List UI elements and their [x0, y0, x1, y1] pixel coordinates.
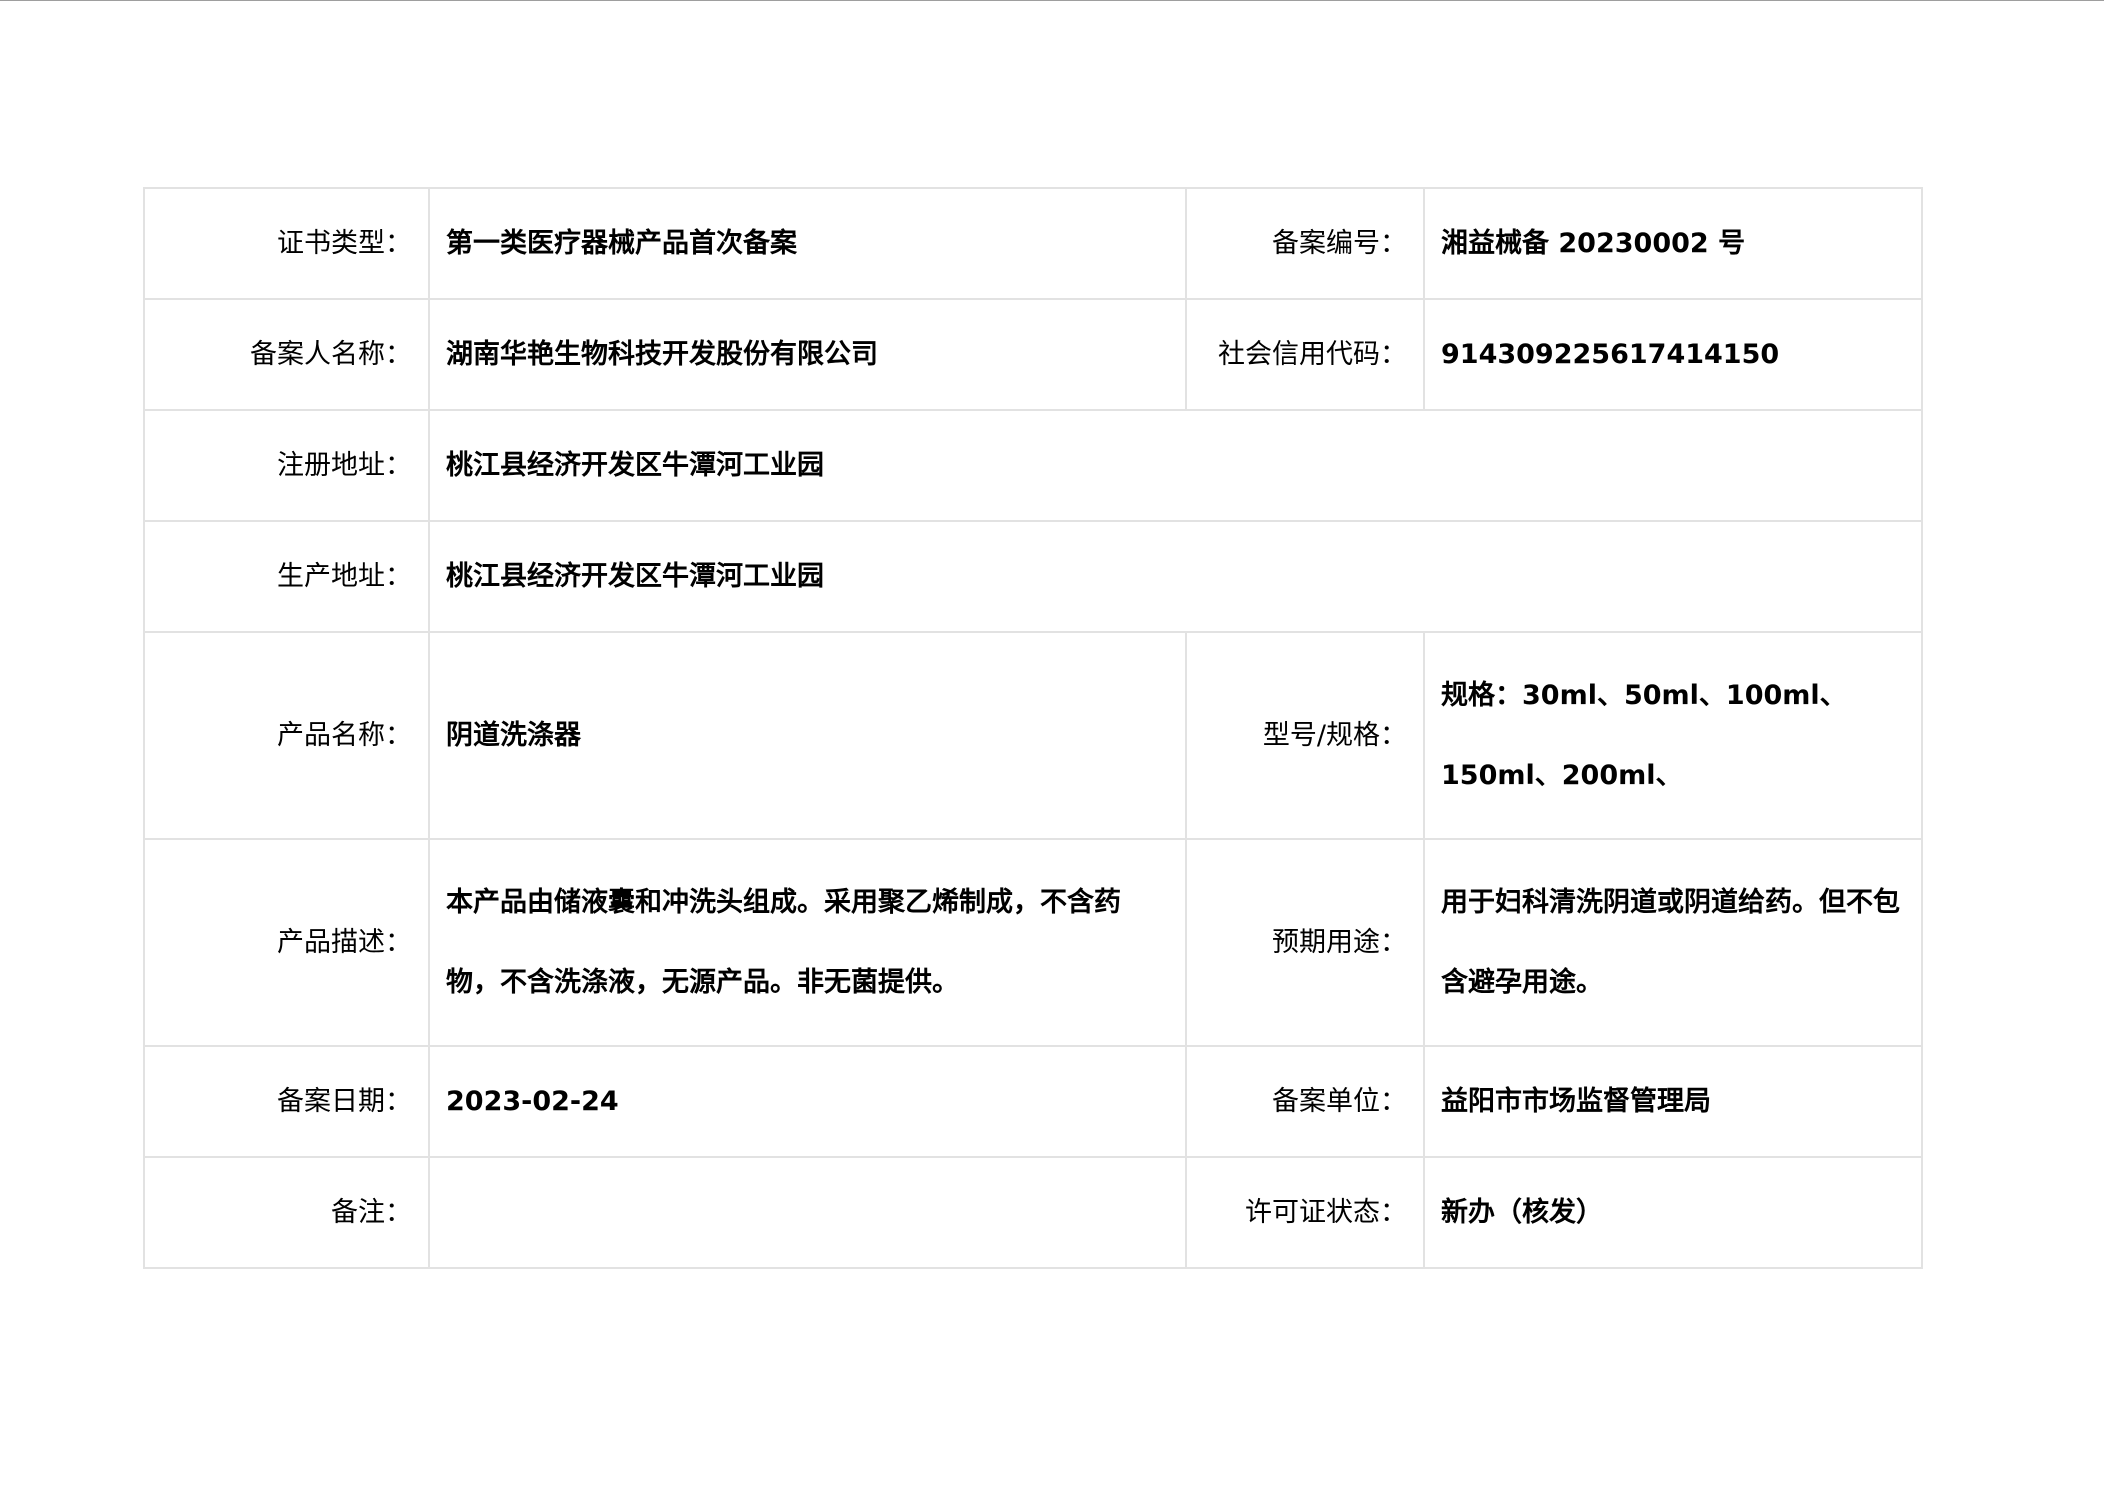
- record-no-value: 湘益械备 20230002 号: [1423, 187, 1923, 300]
- model-spec-value: 规格：30ml、50ml、100ml、150ml、200ml、: [1423, 631, 1923, 840]
- cert-type-label: 证书类型：: [143, 187, 430, 300]
- row-remarks: 备注： 许可证状态： 新办（核发）: [143, 1156, 1923, 1269]
- row-record-date: 备案日期： 2023-02-24 备案单位： 益阳市市场监督管理局: [143, 1045, 1923, 1158]
- record-date-label: 备案日期：: [143, 1045, 430, 1158]
- row-filer: 备案人名称： 湖南华艳生物科技开发股份有限公司 社会信用代码： 91430922…: [143, 298, 1923, 411]
- cert-type-value: 第一类医疗器械产品首次备案: [428, 187, 1187, 300]
- row-prod-address: 生产地址： 桃江县经济开发区牛潭河工业园: [143, 520, 1923, 633]
- record-no-label: 备案编号：: [1185, 187, 1425, 300]
- credit-code-label: 社会信用代码：: [1185, 298, 1425, 411]
- remarks-value: [428, 1156, 1187, 1269]
- record-unit-label: 备案单位：: [1185, 1045, 1425, 1158]
- row-product-desc: 产品描述： 本产品由储液囊和冲洗头组成。采用聚乙烯制成，不含药物，不含洗涤液，无…: [143, 838, 1923, 1047]
- record-date-value: 2023-02-24: [428, 1045, 1187, 1158]
- page-top-border: [0, 0, 2104, 1]
- record-unit-value: 益阳市市场监督管理局: [1423, 1045, 1923, 1158]
- filer-name-label: 备案人名称：: [143, 298, 430, 411]
- product-desc-label: 产品描述：: [143, 838, 430, 1047]
- prod-address-label: 生产地址：: [143, 520, 430, 633]
- product-desc-value: 本产品由储液囊和冲洗头组成。采用聚乙烯制成，不含药物，不含洗涤液，无源产品。非无…: [428, 838, 1187, 1047]
- row-reg-address: 注册地址： 桃江县经济开发区牛潭河工业园: [143, 409, 1923, 522]
- credit-code-value: 914309225617414150: [1423, 298, 1923, 411]
- license-status-label: 许可证状态：: [1185, 1156, 1425, 1269]
- record-info-table: 证书类型： 第一类医疗器械产品首次备案 备案编号： 湘益械备 20230002 …: [143, 187, 1923, 1269]
- row-product-name: 产品名称： 阴道洗涤器 型号/规格： 规格：30ml、50ml、100ml、15…: [143, 631, 1923, 840]
- row-cert-type: 证书类型： 第一类医疗器械产品首次备案 备案编号： 湘益械备 20230002 …: [143, 187, 1923, 300]
- reg-address-label: 注册地址：: [143, 409, 430, 522]
- intended-use-label: 预期用途：: [1185, 838, 1425, 1047]
- filer-name-value: 湖南华艳生物科技开发股份有限公司: [428, 298, 1187, 411]
- intended-use-value: 用于妇科清洗阴道或阴道给药。但不包含避孕用途。: [1423, 838, 1923, 1047]
- remarks-label: 备注：: [143, 1156, 430, 1269]
- product-name-value: 阴道洗涤器: [428, 631, 1187, 840]
- product-name-label: 产品名称：: [143, 631, 430, 840]
- license-status-value: 新办（核发）: [1423, 1156, 1923, 1269]
- prod-address-value: 桃江县经济开发区牛潭河工业园: [428, 520, 1923, 633]
- model-spec-label: 型号/规格：: [1185, 631, 1425, 840]
- reg-address-value: 桃江县经济开发区牛潭河工业园: [428, 409, 1923, 522]
